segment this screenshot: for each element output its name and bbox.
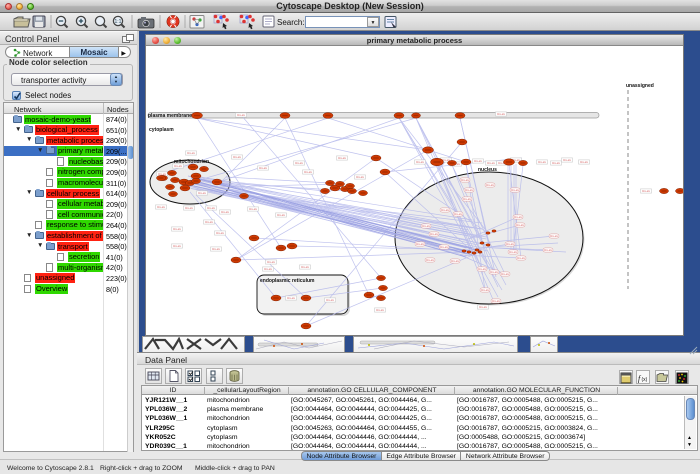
svg-text:Cx-xx: Cx-xx <box>441 208 449 212</box>
svg-text:Cx-xx: Cx-xx <box>490 270 498 274</box>
svg-text:Cx-xx: Cx-xx <box>301 265 309 269</box>
svg-text:Cx-xx: Cx-xx <box>212 247 220 251</box>
svg-text:plasma membrane: plasma membrane <box>148 113 192 119</box>
svg-text:Cx-xx: Cx-xx <box>233 155 241 159</box>
svg-text:Cx-xx: Cx-xx <box>426 258 434 262</box>
svg-text:Cx-xx: Cx-xx <box>185 206 193 210</box>
svg-text:Cx-xx: Cx-xx <box>451 259 459 263</box>
svg-text:Cx-xx: Cx-xx <box>544 248 552 252</box>
svg-text:Cx-xx: Cx-xx <box>563 158 571 162</box>
svg-text:Cx-xx: Cx-xx <box>422 224 430 228</box>
svg-text:Cx-xx: Cx-xx <box>249 207 257 211</box>
svg-text:Cx-xx: Cx-xx <box>356 175 364 179</box>
svg-text:Cx-xx: Cx-xx <box>205 220 213 224</box>
svg-text:Cx-xx: Cx-xx <box>642 189 650 193</box>
svg-text:Cx-xx: Cx-xx <box>509 250 517 254</box>
svg-text:Cx-xx: Cx-xx <box>338 156 346 160</box>
svg-text:endoplasmic reticulum: endoplasmic reticulum <box>260 278 315 284</box>
svg-text:1:1: 1:1 <box>115 19 122 25</box>
svg-text:Cx-xx: Cx-xx <box>481 288 489 292</box>
svg-text:Cx-xx: Cx-xx <box>287 296 295 300</box>
svg-text:Cx-xx: Cx-xx <box>511 188 519 192</box>
svg-text:Cx-xx: Cx-xx <box>463 197 471 201</box>
svg-text:Cx-xx: Cx-xx <box>486 183 494 187</box>
svg-text:Cx-xx: Cx-xx <box>267 260 275 264</box>
svg-text:Cx-xx: Cx-xx <box>259 166 267 170</box>
svg-text:Cx-xx: Cx-xx <box>501 272 509 276</box>
svg-text:Cx-xx: Cx-xx <box>492 299 500 303</box>
svg-text:Cx-xx: Cx-xx <box>264 267 272 271</box>
svg-text:Cx-xx: Cx-xx <box>465 188 473 192</box>
svg-text:Cx-xx: Cx-xx <box>207 206 215 210</box>
svg-text:mitochondrion: mitochondrion <box>174 159 209 165</box>
svg-text:Cx-xx: Cx-xx <box>216 231 224 235</box>
svg-text:Cx-xx: Cx-xx <box>514 215 522 219</box>
svg-text:Cx-xx: Cx-xx <box>376 308 384 312</box>
svg-text:Cx-xx: Cx-xx <box>430 232 438 236</box>
svg-text:Cx-xx: Cx-xx <box>552 161 560 165</box>
svg-text:Cx-xx: Cx-xx <box>516 223 524 227</box>
svg-text:Cx-xx: Cx-xx <box>478 267 486 271</box>
svg-text:Cx-xx: Cx-xx <box>187 151 195 155</box>
svg-text:Cx-xx: Cx-xx <box>416 242 424 246</box>
svg-text:Cx-xx: Cx-xx <box>277 213 285 217</box>
svg-text:(x): (x) <box>642 377 648 383</box>
svg-text:Cx-xx: Cx-xx <box>454 212 462 216</box>
svg-text:Cx-xx: Cx-xx <box>157 205 165 209</box>
svg-text:Cx-xx: Cx-xx <box>517 256 525 260</box>
svg-text:Cx-xx: Cx-xx <box>487 161 495 165</box>
svg-text:Cx-xx: Cx-xx <box>474 159 482 163</box>
svg-text:Cx-xx: Cx-xx <box>326 298 334 302</box>
svg-text:unassigned: unassigned <box>626 83 654 89</box>
svg-text:Cx-xx: Cx-xx <box>173 244 181 248</box>
svg-text:Cx-xx: Cx-xx <box>506 242 514 246</box>
svg-text:Cx-xx: Cx-xx <box>173 227 181 231</box>
svg-text:Cx-xx: Cx-xx <box>304 170 312 174</box>
svg-text:Cx-xx: Cx-xx <box>416 160 424 164</box>
svg-text:Cx-xx: Cx-xx <box>440 245 448 249</box>
svg-text:Cx-xx: Cx-xx <box>461 178 469 182</box>
svg-text:Cx-xx: Cx-xx <box>237 113 245 117</box>
svg-text:Cx-xx: Cx-xx <box>497 112 505 116</box>
svg-text:Cx-xx: Cx-xx <box>580 160 588 164</box>
svg-text:cytoplasm: cytoplasm <box>149 127 174 133</box>
svg-text:nucleus: nucleus <box>478 167 497 173</box>
svg-text:Cx-xx: Cx-xx <box>221 210 229 214</box>
svg-text:Cx-xx: Cx-xx <box>479 305 487 309</box>
svg-text:Cx-xx: Cx-xx <box>198 191 206 195</box>
svg-text:Cx-xx: Cx-xx <box>538 160 546 164</box>
svg-text:Cx-xx: Cx-xx <box>295 161 303 165</box>
svg-text:Cx-xx: Cx-xx <box>550 234 558 238</box>
